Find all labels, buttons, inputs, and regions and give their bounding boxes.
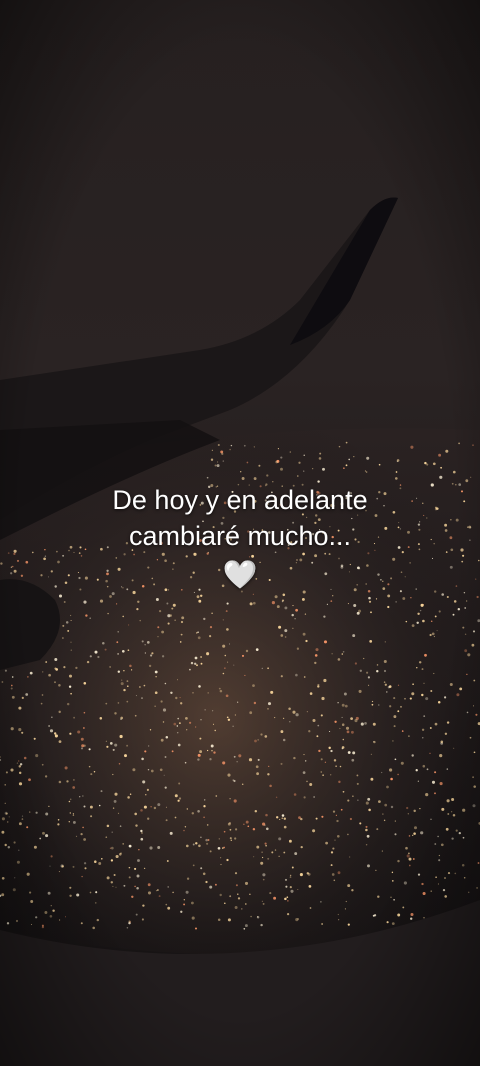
caption-line-2: cambiaré mucho... (128, 521, 352, 551)
caption-line-1: De hoy y en adelante (112, 485, 368, 515)
video-frame: De hoy y en adelante cambiaré mucho... 🤍 (0, 0, 480, 1066)
caption: De hoy y en adelante cambiaré mucho... 🤍 (0, 482, 480, 594)
white-heart-icon: 🤍 (222, 559, 258, 590)
